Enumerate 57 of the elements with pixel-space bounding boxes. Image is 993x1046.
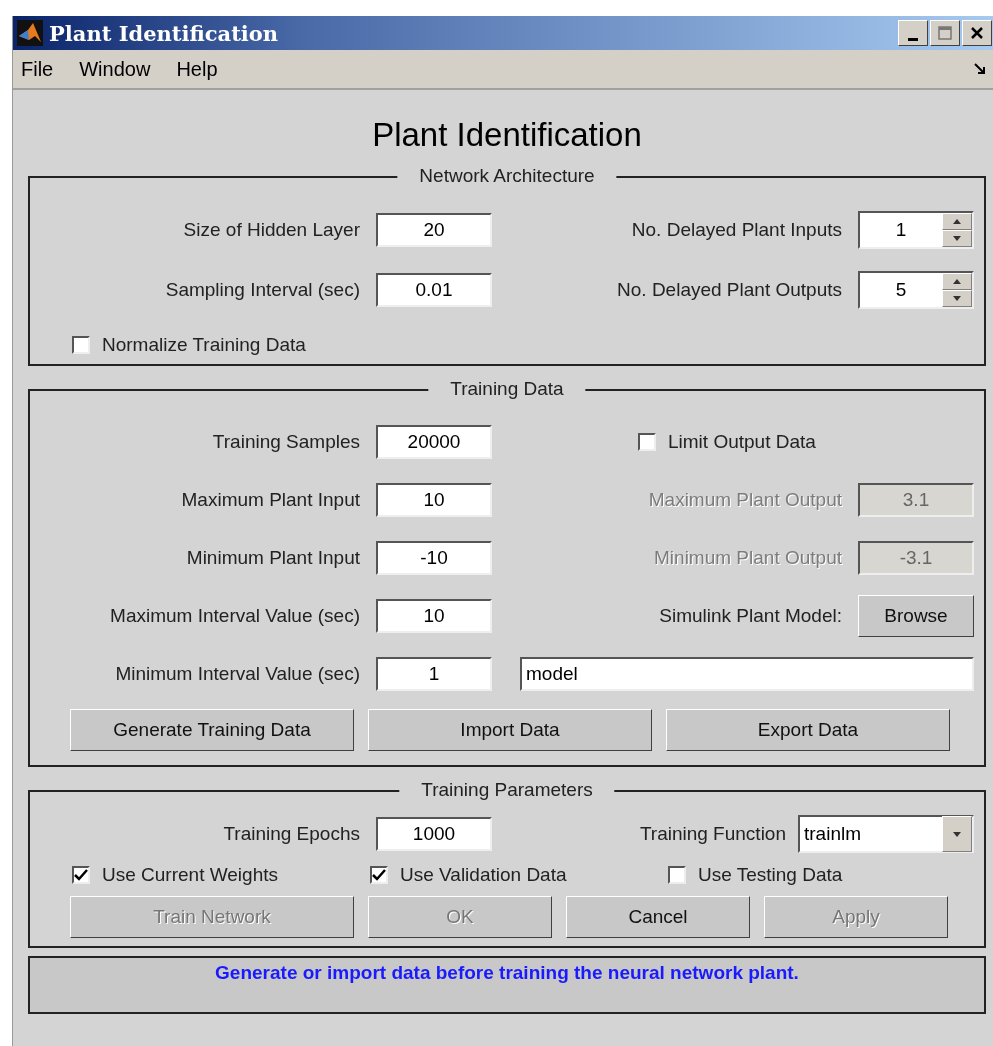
menu-item[interactable]: Window: [79, 57, 151, 81]
maximize-button[interactable]: [930, 20, 960, 46]
minimize-button[interactable]: [898, 20, 928, 46]
maximize-icon: [938, 26, 952, 40]
spinner-field[interactable]: 5: [858, 271, 974, 309]
spinner-field[interactable]: 1: [858, 211, 974, 249]
field-label: Maximum Plant Input: [180, 489, 360, 511]
down-arrow-icon: [953, 236, 961, 241]
checkbox[interactable]: Use Validation Data: [370, 864, 668, 886]
checkbox[interactable]: Use Testing Data: [668, 864, 974, 886]
field-label: Simulink Plant Model:: [658, 605, 842, 627]
down-arrow-icon: [953, 296, 961, 301]
field-label: Size of Hidden Layer: [182, 219, 360, 241]
page-heading: Plant Identification: [371, 116, 643, 154]
checkmark-icon: [372, 869, 386, 881]
field-label: Minimum Plant Output: [653, 547, 842, 569]
field-label: Maximum Plant Output: [647, 489, 842, 511]
minimize-icon: [908, 37, 918, 41]
up-arrow-icon: [953, 279, 961, 284]
input-field[interactable]: 0.01: [376, 273, 492, 307]
menu-item[interactable]: Help: [176, 57, 218, 81]
input-field[interactable]: -10: [376, 541, 492, 575]
close-icon: [970, 26, 984, 40]
input-field[interactable]: 20: [376, 213, 492, 247]
field-label: Training Samples: [211, 431, 360, 453]
input-field[interactable]: 20000: [376, 425, 492, 459]
field-label: Minimum Plant Input: [185, 547, 360, 569]
input-field[interactable]: 10: [376, 599, 492, 633]
window-title: Plant Identification: [49, 20, 280, 46]
dropdown[interactable]: trainlm: [798, 815, 974, 853]
close-button[interactable]: [962, 20, 992, 46]
menu-item[interactable]: File: [21, 57, 54, 81]
dock-arrow-icon[interactable]: [974, 63, 986, 75]
app-logo-icon: [17, 20, 43, 46]
field-label: No. Delayed Plant Inputs: [630, 219, 842, 241]
browse-button[interactable]: Browse: [858, 595, 974, 637]
checkbox[interactable]: Limit Output Data: [638, 431, 974, 453]
push-button[interactable]: Import Data: [368, 709, 652, 751]
checkbox[interactable]: Use Current Weights: [72, 864, 370, 886]
field-label: Training Epochs: [222, 823, 360, 845]
status-message: Generate or import data before training the neural network plant.: [215, 962, 799, 983]
field-label: Training Function: [639, 823, 786, 845]
push-button[interactable]: Generate Training Data: [70, 709, 354, 751]
checkbox[interactable]: Normalize Training Data: [72, 334, 974, 356]
input-field[interactable]: 1: [376, 657, 492, 691]
input-field[interactable]: 10: [376, 483, 492, 517]
field-label: Sampling Interval (sec): [164, 279, 360, 301]
push-button[interactable]: Cancel: [566, 896, 750, 938]
input-field[interactable]: 1000: [376, 817, 492, 851]
up-arrow-icon: [953, 219, 961, 224]
field-label: Maximum Interval Value (sec): [109, 605, 360, 627]
model-field[interactable]: model: [520, 657, 974, 691]
checkmark-icon: [74, 869, 88, 881]
field-label: Minimum Interval Value (sec): [114, 663, 360, 685]
down-arrow-icon: [953, 831, 961, 837]
field-label: No. Delayed Plant Outputs: [616, 279, 842, 301]
push-button[interactable]: Export Data: [666, 709, 950, 751]
